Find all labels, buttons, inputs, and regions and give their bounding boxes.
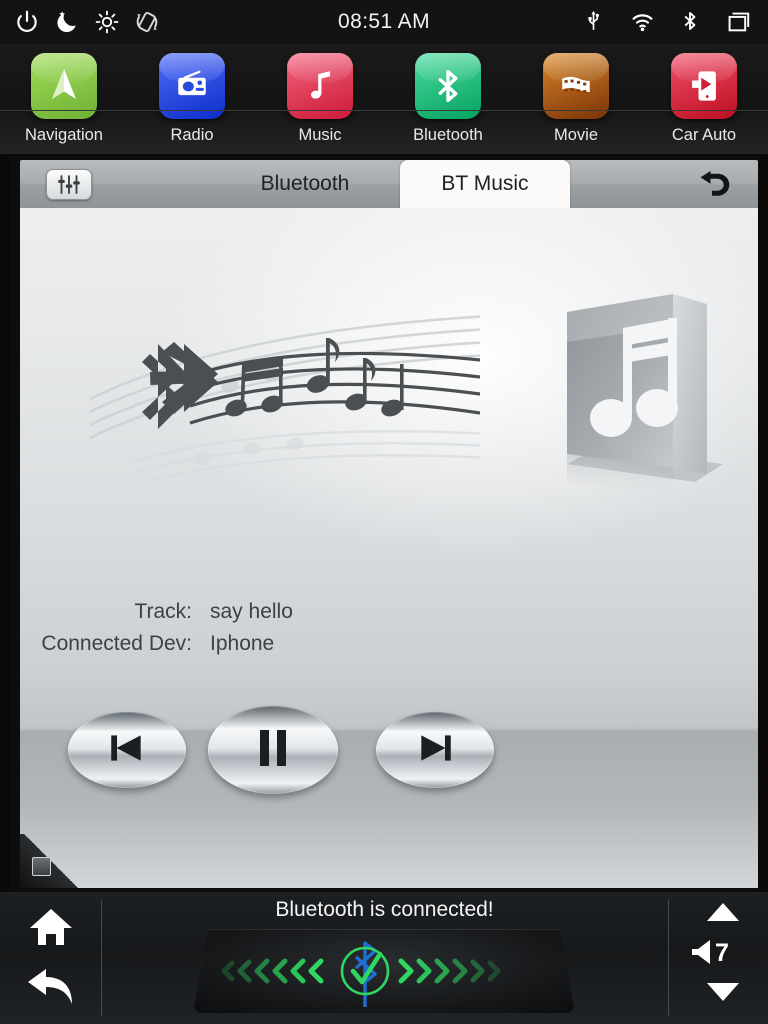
app-dock: Navigation Radio Music Bluetooth Movie C… (0, 44, 768, 154)
recent-apps-icon[interactable] (726, 9, 752, 35)
wifi-icon (630, 9, 656, 35)
volume-value: 7 (715, 939, 729, 967)
equalizer-icon[interactable] (46, 169, 92, 200)
pause-icon (256, 727, 290, 774)
volume-control: 7 (676, 898, 768, 1018)
car-infotainment-screen: 08:51 AM Navigation Radio Music Bluetoot… (0, 0, 768, 1024)
back-arrow-icon[interactable] (692, 167, 738, 201)
track-value: say hello (210, 600, 293, 623)
app-movie[interactable]: Movie (512, 44, 640, 154)
tab-bt-music[interactable]: BT Music (400, 160, 570, 210)
bluetooth-icon (678, 9, 704, 35)
track-label: Track: (134, 600, 192, 623)
bottom-bar-divider-right (668, 900, 669, 1016)
track-info: Track: say hello Connected Dev: Iphone (20, 600, 540, 664)
device-value: Iphone (210, 632, 275, 655)
navigation-arrow-icon[interactable] (31, 53, 97, 119)
bluetooth-music-artwork (79, 286, 491, 506)
previous-track-button[interactable] (68, 712, 186, 788)
status-bar-left-icons (0, 9, 160, 35)
app-navigation[interactable]: Navigation (0, 44, 128, 154)
track-row: Track: say hello (20, 600, 540, 624)
transport-controls (68, 704, 508, 804)
speaker-icon (690, 938, 712, 969)
volume-up-icon[interactable] (706, 902, 740, 927)
back-arrow-icon[interactable] (26, 964, 76, 1008)
app-music[interactable]: Music (256, 44, 384, 154)
app-bluetooth[interactable]: Bluetooth (384, 44, 512, 154)
device-row: Connected Dev: Iphone (20, 632, 540, 656)
volume-level: 7 (690, 938, 729, 969)
panel-tab-bar: Bluetooth BT Music (20, 160, 758, 210)
status-bar: 08:51 AM (0, 0, 768, 44)
app-label: Movie (553, 126, 598, 144)
status-bar-right-icons (582, 9, 768, 35)
bluetooth-status-text: Bluetooth is connected! (275, 898, 494, 921)
bt-music-panel: Bluetooth BT Music Track: say hello Conn… (10, 156, 758, 892)
app-label: Car Auto (671, 126, 737, 144)
tab-bluetooth[interactable]: Bluetooth (210, 160, 400, 208)
usb-icon (582, 9, 608, 35)
app-label: Navigation (25, 126, 103, 144)
home-icon[interactable] (29, 906, 73, 948)
app-car-auto[interactable]: Car Auto (640, 44, 768, 154)
play-pause-button[interactable] (208, 706, 338, 794)
corner-handle-square[interactable] (32, 857, 51, 876)
app-radio[interactable]: Radio (128, 44, 256, 154)
bottom-bar: Bluetooth is connected! 7 (0, 892, 768, 1024)
bluetooth-connected-visualizer (193, 929, 575, 1013)
skip-previous-icon (106, 731, 148, 770)
skip-next-icon (414, 731, 456, 770)
screen-rotation-icon[interactable] (134, 9, 160, 35)
power-icon[interactable] (14, 9, 40, 35)
app-label: Music (298, 126, 342, 144)
volume-down-icon[interactable] (706, 982, 740, 1007)
device-label: Connected Dev: (41, 632, 192, 655)
panel-resize-corner[interactable] (20, 834, 82, 888)
brightness-icon[interactable] (94, 9, 120, 35)
dock-separator (0, 110, 768, 111)
next-track-button[interactable] (376, 712, 494, 788)
app-label: Bluetooth (413, 126, 483, 144)
panel-content: Track: say hello Connected Dev: Iphone (20, 208, 758, 888)
album-art-placeholder (545, 286, 745, 511)
app-label: Radio (170, 126, 214, 144)
night-mode-icon[interactable] (54, 9, 80, 35)
